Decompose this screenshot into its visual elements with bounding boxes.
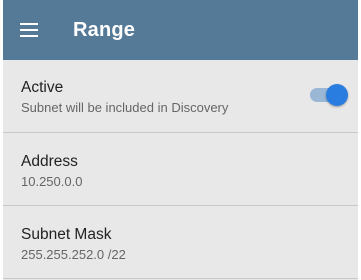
subnet-mask-value: 255.255.252.0 /22 (21, 247, 126, 262)
active-description: Subnet will be included in Discovery (21, 100, 229, 115)
active-toggle-switch[interactable] (310, 84, 348, 106)
toggle-thumb (326, 84, 348, 106)
subnet-mask-label: Subnet Mask (21, 226, 112, 243)
menu-button[interactable] (3, 0, 57, 60)
app-bar: Range (3, 0, 358, 60)
active-label: Active (21, 79, 64, 96)
address-label: Address (21, 153, 78, 170)
address-value: 10.250.0.0 (21, 174, 83, 189)
page-title: Range (73, 18, 136, 41)
setting-subnet-mask-row[interactable]: Subnet Mask 255.255.252.0 /22 (3, 206, 358, 279)
hamburger-menu-icon (20, 23, 38, 37)
setting-active-row[interactable]: Active Subnet will be included in Discov… (3, 60, 358, 133)
setting-address-row[interactable]: Address 10.250.0.0 (3, 133, 358, 206)
range-screen: Range Active Subnet will be included in … (3, 0, 358, 280)
